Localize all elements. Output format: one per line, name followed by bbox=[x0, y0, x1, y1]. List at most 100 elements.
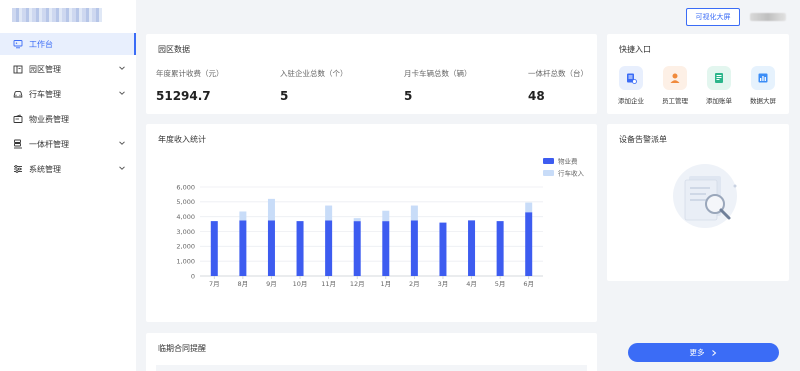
legend-swatch bbox=[543, 158, 554, 164]
car-icon bbox=[12, 88, 24, 100]
sliders-icon bbox=[12, 163, 24, 175]
quick-entry-title: 快捷入口 bbox=[619, 45, 651, 54]
park-data-title: 园区数据 bbox=[158, 45, 190, 54]
sidebar-item-2[interactable]: 行车管理 bbox=[0, 83, 136, 105]
y-tick-label: 0 bbox=[191, 272, 195, 280]
quick-entry-card: 快捷入口 添加企业 员工管理 添加账单 数据大屏 bbox=[607, 34, 789, 114]
sidebar: 工作台园区管理行车管理物业费管理一体杆管理系统管理 bbox=[0, 0, 136, 371]
quick-entry-item[interactable]: 员工管理 bbox=[653, 66, 697, 105]
user-avatar[interactable] bbox=[750, 13, 786, 21]
visualize-screen-button[interactable]: 可视化大屏 bbox=[686, 8, 740, 26]
sidebar-item-3[interactable]: 物业费管理 bbox=[0, 108, 136, 130]
data-screen-icon bbox=[751, 66, 775, 90]
bar-series-1 bbox=[410, 220, 418, 276]
stat-value-annual-fee: 51294.7 bbox=[156, 89, 211, 103]
income-bar-chart: 0 1,000 2,000 3,000 4,000 5,000 6,000 7月 8月 9月 10月… bbox=[176, 156, 585, 288]
sidebar-item-1[interactable]: 园区管理 bbox=[0, 58, 136, 80]
bar-series-2 bbox=[353, 218, 361, 222]
bar-series-1 bbox=[325, 220, 333, 276]
quick-entry-item[interactable]: 添加企业 bbox=[609, 66, 653, 105]
quick-entry-label: 添加企业 bbox=[618, 97, 644, 105]
sidebar-item-label: 行车管理 bbox=[29, 89, 61, 99]
more-button-label: 更多 bbox=[689, 348, 705, 357]
add-company-icon bbox=[619, 66, 643, 90]
sidebar-item-label: 物业费管理 bbox=[29, 114, 69, 124]
wallet-icon bbox=[12, 113, 24, 125]
x-tick-label: 5月 bbox=[495, 280, 506, 288]
bar-series-1 bbox=[468, 220, 476, 276]
chevron-down-icon bbox=[117, 63, 127, 73]
bar-series-2 bbox=[525, 202, 533, 213]
monitor-icon bbox=[12, 38, 24, 50]
bar-series-1 bbox=[210, 221, 218, 276]
stat-label-monthly-cars: 月卡车辆总数（辆） bbox=[404, 69, 472, 78]
x-tick-label: 2月 bbox=[409, 280, 420, 288]
stat-value-poles: 48 bbox=[528, 89, 545, 103]
bar-series-2 bbox=[325, 205, 333, 221]
contract-table-header bbox=[156, 365, 587, 371]
x-tick-label: 11月 bbox=[321, 280, 336, 288]
x-tick-label: 3月 bbox=[438, 280, 449, 288]
sidebar-item-label: 系统管理 bbox=[29, 164, 61, 174]
sidebar-item-0[interactable]: 工作台 bbox=[0, 33, 136, 55]
chevron-down-icon bbox=[117, 138, 127, 148]
bar-series-1 bbox=[267, 220, 275, 276]
legend-label: 物业费 bbox=[558, 156, 578, 165]
quick-entry-item[interactable]: 数据大屏 bbox=[741, 66, 785, 105]
logo bbox=[12, 8, 102, 22]
x-tick-label: 6月 bbox=[523, 280, 534, 288]
stat-label-companies: 入驻企业总数（个） bbox=[280, 69, 348, 78]
y-tick-label: 3,000 bbox=[176, 228, 195, 236]
bill-icon bbox=[707, 66, 731, 90]
legend-label: 行车收入 bbox=[558, 168, 585, 177]
empty-document-icon bbox=[673, 164, 737, 228]
y-tick-label: 2,000 bbox=[176, 243, 195, 251]
stat-label-annual-fee: 年度累计收费（元） bbox=[156, 69, 224, 78]
quick-entry-label: 数据大屏 bbox=[750, 97, 776, 105]
alarm-title: 设备告警派单 bbox=[619, 135, 667, 144]
x-tick-label: 8月 bbox=[238, 280, 249, 288]
bar-series-1 bbox=[382, 221, 390, 276]
pole-icon bbox=[12, 138, 24, 150]
stat-label-poles: 一体杆总数（台） bbox=[528, 69, 588, 78]
stat-value-companies: 5 bbox=[280, 89, 289, 103]
stat-value-monthly-cars: 5 bbox=[404, 89, 413, 103]
bar-series-2 bbox=[382, 210, 390, 222]
more-button[interactable]: 更多 bbox=[628, 343, 779, 362]
income-chart-card: 年度收入统计 0 1,000 2,000 3,000 4,000 5,000 6,000 7月… bbox=[146, 124, 597, 322]
x-tick-label: 10月 bbox=[293, 280, 308, 288]
x-tick-label: 9月 bbox=[266, 280, 277, 288]
x-tick-label: 12月 bbox=[350, 280, 365, 288]
sidebar-item-label: 一体杆管理 bbox=[29, 139, 69, 149]
sidebar-item-label: 园区管理 bbox=[29, 64, 61, 74]
chevron-right-icon bbox=[711, 349, 716, 356]
alarm-card: 设备告警派单 更多 bbox=[607, 124, 789, 362]
x-tick-label: 4月 bbox=[466, 280, 477, 288]
y-tick-label: 6,000 bbox=[176, 183, 195, 191]
quick-entry-label: 员工管理 bbox=[662, 97, 688, 105]
bar-series-1 bbox=[439, 222, 447, 276]
bar-series-2 bbox=[239, 211, 247, 221]
chevron-down-icon bbox=[117, 88, 127, 98]
contract-reminder-card: 临期合同提醒 bbox=[146, 333, 597, 371]
y-tick-label: 1,000 bbox=[176, 257, 195, 265]
bar-series-1 bbox=[525, 212, 533, 276]
bar-series-1 bbox=[239, 220, 247, 276]
quick-entry-item[interactable]: 添加账单 bbox=[697, 66, 741, 105]
y-tick-label: 5,000 bbox=[176, 198, 195, 206]
x-tick-label: 7月 bbox=[209, 280, 220, 288]
legend-swatch bbox=[543, 170, 554, 176]
bar-series-2 bbox=[267, 198, 275, 221]
y-tick-label: 4,000 bbox=[176, 213, 195, 221]
park-data-card: 园区数据 年度累计收费（元） 51294.7 入驻企业总数（个） 5 月卡车辆总… bbox=[146, 34, 597, 114]
building-icon bbox=[12, 63, 24, 75]
chevron-down-icon bbox=[117, 163, 127, 173]
bar-series-1 bbox=[496, 221, 504, 276]
sidebar-item-5[interactable]: 系统管理 bbox=[0, 158, 136, 180]
quick-entry-label: 添加账单 bbox=[706, 97, 732, 105]
bar-series-1 bbox=[296, 221, 304, 276]
x-tick-label: 1月 bbox=[380, 280, 391, 288]
sidebar-item-label: 工作台 bbox=[29, 39, 53, 49]
contract-reminder-title: 临期合同提醒 bbox=[158, 344, 206, 353]
sidebar-item-4[interactable]: 一体杆管理 bbox=[0, 133, 136, 155]
